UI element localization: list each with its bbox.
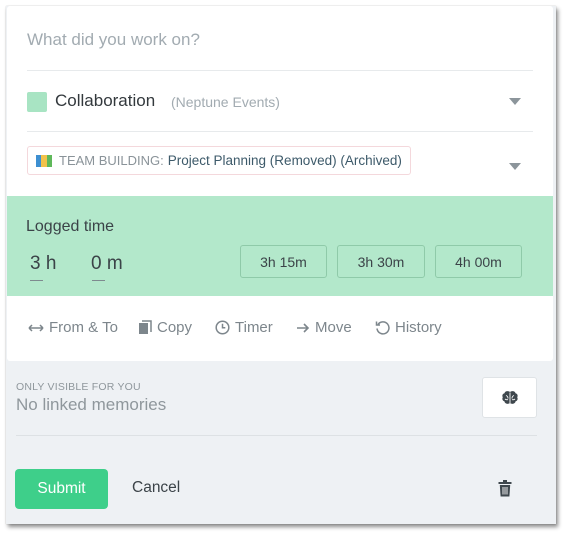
clock-icon xyxy=(215,320,230,335)
minutes-underline xyxy=(92,280,105,281)
task-category: TEAM BUILDING: xyxy=(59,153,164,168)
submit-button[interactable]: Submit xyxy=(15,469,108,509)
arrow-right-icon xyxy=(297,322,310,333)
minutes-input[interactable]: 0 m xyxy=(91,253,123,275)
divider xyxy=(27,131,533,132)
action-bar: From & To Copy Timer Move History xyxy=(28,319,548,339)
entry-card: What did you work on? Collaboration (Nep… xyxy=(7,6,553,361)
client-name: (Neptune Events) xyxy=(171,94,280,110)
preset-button-4h00m[interactable]: 4h 00m xyxy=(435,245,522,278)
project-selector[interactable]: Collaboration (Neptune Events) xyxy=(27,90,533,114)
preset-button-3h15m[interactable]: 3h 15m xyxy=(240,245,327,278)
task-name: Project Planning (Removed) (Archived) xyxy=(167,153,402,168)
history-button[interactable]: History xyxy=(375,319,442,336)
timer-label: Timer xyxy=(235,319,273,336)
from-to-label: From & To xyxy=(49,319,118,336)
hours-input[interactable]: 3 h xyxy=(30,253,56,275)
chevron-down-icon[interactable] xyxy=(509,98,521,105)
hours-underline xyxy=(30,280,43,281)
cancel-button[interactable]: Cancel xyxy=(132,479,180,497)
memories-button[interactable] xyxy=(482,377,537,418)
trash-icon[interactable] xyxy=(498,480,512,497)
task-selector[interactable]: TEAM BUILDING: Project Planning (Removed… xyxy=(27,146,533,176)
copy-button[interactable]: Copy xyxy=(138,319,192,336)
copy-icon xyxy=(139,320,152,334)
logged-time-title: Logged time xyxy=(26,218,115,235)
task-chip[interactable]: TEAM BUILDING: Project Planning (Removed… xyxy=(27,146,411,175)
map-icon xyxy=(36,154,53,167)
move-button[interactable]: Move xyxy=(296,319,352,336)
project-name: Collaboration xyxy=(55,91,156,110)
description-input[interactable]: What did you work on? xyxy=(27,30,200,50)
logged-time-panel: Logged time 3 h 0 m 3h 15m 3h 30m 4h 00m xyxy=(7,196,553,296)
preset-button-3h30m[interactable]: 3h 30m xyxy=(337,245,425,278)
timer-button[interactable]: Timer xyxy=(215,319,273,336)
brain-icon xyxy=(501,390,518,404)
move-label: Move xyxy=(315,319,352,336)
project-color-swatch xyxy=(27,92,47,112)
time-entry-dialog: What did you work on? Collaboration (Nep… xyxy=(6,6,556,524)
from-to-button[interactable]: From & To xyxy=(28,319,118,336)
divider xyxy=(27,70,533,71)
history-label: History xyxy=(395,319,442,336)
linked-memories-status: No linked memories xyxy=(16,395,167,414)
visibility-label: ONLY VISIBLE FOR YOU xyxy=(16,381,141,393)
copy-label: Copy xyxy=(157,319,193,336)
arrows-horizontal-icon xyxy=(28,323,44,332)
divider xyxy=(16,435,537,436)
history-icon xyxy=(375,321,390,335)
chevron-down-icon[interactable] xyxy=(509,163,521,170)
